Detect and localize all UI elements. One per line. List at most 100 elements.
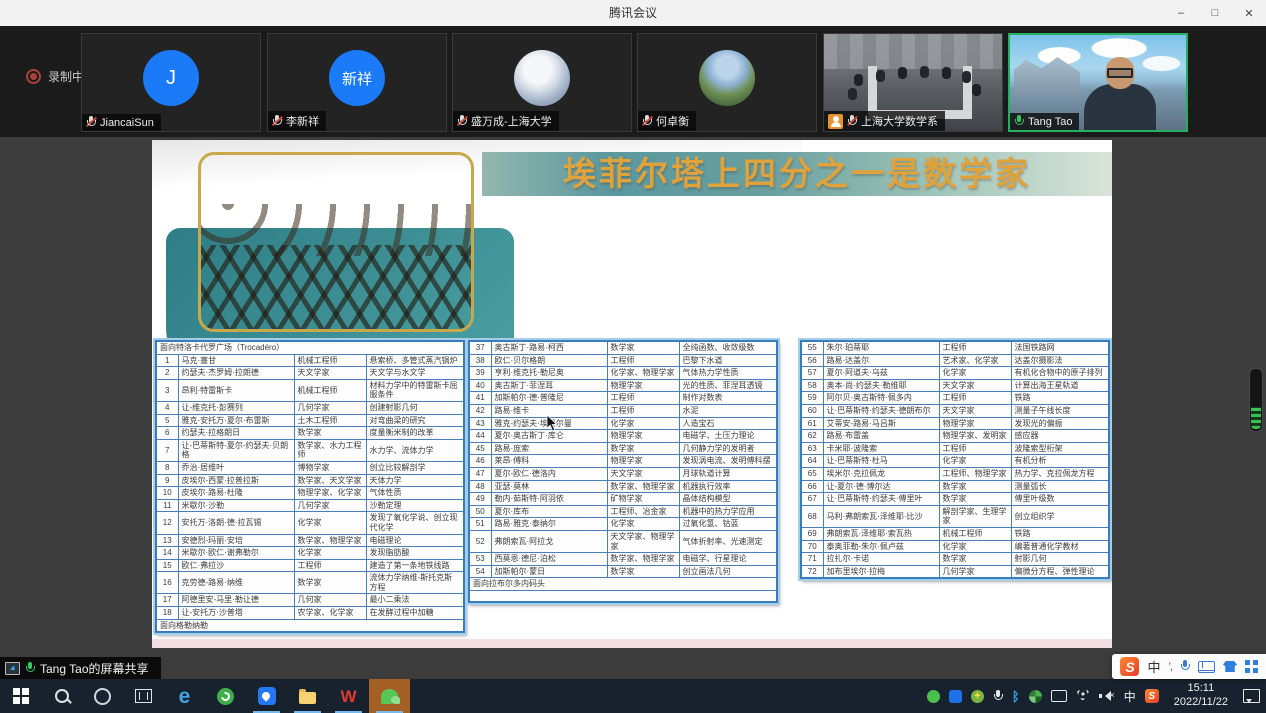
table-cell: 解剖学家、生理学家 (939, 505, 1011, 527)
task-view-button[interactable] (123, 679, 164, 713)
search-icon (55, 689, 69, 703)
input-language-indicator[interactable]: 中 (1124, 688, 1136, 705)
participant-label: 何卓衡 (638, 111, 696, 131)
cortana-button[interactable] (82, 679, 123, 713)
wifi-icon[interactable] (1076, 691, 1090, 702)
video-tile[interactable]: J JiancaiSun (81, 33, 261, 132)
title-bar: 腾讯会议 – □ ✕ (0, 0, 1266, 27)
table-cell: 70 (801, 540, 823, 553)
taskbar-tencent-meeting[interactable] (246, 679, 287, 713)
soft-keyboard-icon[interactable] (1198, 661, 1215, 673)
table-cell: 有机分析 (1011, 455, 1109, 468)
tray-sogou-icon[interactable]: S (1145, 689, 1159, 703)
start-button[interactable] (0, 679, 41, 713)
table-cell: 发现光的偏振 (1011, 417, 1109, 430)
table-cell: 波隆索型桁架 (1011, 442, 1109, 455)
table-cell: 17 (156, 594, 178, 607)
table-cell: 机械工程师 (294, 379, 366, 401)
action-center-icon[interactable] (1243, 689, 1260, 703)
video-tile[interactable]: 上海大学数学系 (823, 33, 1003, 132)
sogou-logo-icon[interactable]: S (1120, 657, 1139, 676)
screen-share-area: 埃菲尔塔上四分之一是数学家 面向特洛卡代罗广场（Trocadéro） 1马克·塞… (0, 137, 1266, 679)
participant-name: JiancaiSun (100, 117, 154, 129)
tray-health-icon[interactable]: + (971, 690, 984, 703)
table-cell: 加斯帕尔·蒙日 (491, 565, 607, 578)
audio-level-indicator[interactable] (1249, 368, 1263, 432)
table-cell: 工程师、物理学家 (939, 467, 1011, 480)
table-cell: 泰奥菲勒-朱尔·佩卢兹 (823, 540, 939, 553)
tray-meeting-icon[interactable] (949, 690, 962, 703)
slide-title-banner: 埃菲尔塔上四分之一是数学家 (482, 152, 1112, 196)
table-cell: 工程师 (939, 442, 1011, 455)
table-cell: 创立比较解剖学 (366, 461, 464, 474)
video-tile[interactable]: 盛万成-上海大学 (452, 33, 632, 132)
video-tile-active-speaker[interactable]: Tang Tao (1008, 33, 1188, 132)
participant-name: 李新祥 (286, 113, 319, 129)
table-cell: 11 (156, 499, 178, 512)
punctuation-toggle[interactable]: ’, (1169, 661, 1173, 673)
tray-microphone-icon[interactable] (993, 690, 1003, 703)
table-cell: 天体力学 (366, 474, 464, 487)
mic-muted-icon (272, 115, 282, 128)
taskbar-search-button[interactable] (41, 679, 82, 713)
table-cell: 40 (469, 379, 491, 392)
tray-wechat-icon[interactable] (927, 690, 940, 703)
taskbar-browser-360[interactable] (205, 679, 246, 713)
tray-security-icon[interactable] (1029, 690, 1042, 703)
table-cell: 制作对数表 (679, 392, 777, 405)
table-cell: 莱昂·傅科 (491, 455, 607, 468)
table-cell: 7 (156, 439, 178, 461)
screen-share-banner[interactable]: Tang Tao的屏幕共享 (0, 657, 161, 679)
participant-label: 李新祥 (268, 111, 326, 131)
table-cell: 过氧化氢、钴蓝 (679, 518, 777, 531)
table-empty-row (469, 590, 777, 602)
table-cell: 奥古斯丁·菲涅耳 (491, 379, 607, 392)
table-cell: 44 (469, 430, 491, 443)
video-tile[interactable]: 新祥 李新祥 (267, 33, 447, 132)
table-cell: 夏尔·库布 (491, 505, 607, 518)
video-tile[interactable]: 何卓衡 (637, 33, 817, 132)
taskbar-wechat[interactable] (369, 679, 410, 713)
table-row: 51路易·雅克·泰纳尔化学家过氧化氢、钴蓝 (469, 518, 777, 531)
table-cell: 西莫恩·德尼·泊松 (491, 553, 607, 566)
table-cell: 41 (469, 392, 491, 405)
table-cell: 约瑟夫·拉格朗日 (178, 427, 294, 440)
table-cell: 测量子午线长度 (1011, 404, 1109, 417)
table-cell: 昂利·特雷斯卡 (178, 379, 294, 401)
tray-bluetooth-icon[interactable]: ᛒ (1012, 690, 1020, 703)
taskbar-edge[interactable]: e (164, 679, 205, 713)
table-cell: 37 (469, 341, 491, 354)
table-cell: 4 (156, 401, 178, 414)
tray-device-icon[interactable] (1051, 690, 1067, 702)
toolbox-icon[interactable] (1245, 660, 1258, 673)
table-row: 62路易·布雷盖物理学家、发明家感应器 (801, 430, 1109, 443)
table-row: 61艾蒂安-路易·马吕斯物理学家发现光的偏振 (801, 417, 1109, 430)
minimize-icon[interactable]: – (1164, 0, 1198, 26)
table-cell: 数学家、水力工程师 (294, 439, 366, 461)
maximize-icon[interactable]: □ (1198, 0, 1232, 26)
names-table-trocadero: 面向特洛卡代罗广场（Trocadéro） 1马克·塞甘机械工程师悬索桥、多管式蒸… (155, 340, 465, 633)
system-tray: + ᛒ × 中 S 15:11 2022/11/22 (927, 679, 1266, 713)
table-cell: 几何学家 (939, 565, 1011, 578)
taskbar-clock[interactable]: 15:11 2022/11/22 (1168, 682, 1234, 710)
table-cell: 铁路 (1011, 392, 1109, 405)
window-controls: – □ ✕ (1164, 0, 1266, 26)
table-cell: 路易·庞索 (491, 442, 607, 455)
table-cell: 48 (469, 480, 491, 493)
avatar: J (143, 50, 199, 106)
table-cell: 化学家 (939, 367, 1011, 380)
table-cell: 欧仁·弗拉沙 (178, 559, 294, 572)
table-cell: 60 (801, 404, 823, 417)
eiffel-tower-photo (198, 152, 474, 332)
voice-input-icon[interactable] (1180, 660, 1190, 673)
volume-muted-icon[interactable]: × (1099, 690, 1115, 702)
input-mode-toggle[interactable]: 中 (1147, 657, 1160, 676)
skin-icon[interactable] (1223, 661, 1237, 672)
table-cell: 工程师、冶金家 (607, 505, 679, 518)
taskbar-wps[interactable]: W (328, 679, 369, 713)
table-cell: 66 (801, 480, 823, 493)
table-cell: 米歇尔·沙勒 (178, 499, 294, 512)
taskbar-file-explorer[interactable] (287, 679, 328, 713)
table-cell: 加布里埃尔·拉梅 (823, 565, 939, 578)
close-icon[interactable]: ✕ (1232, 0, 1266, 26)
